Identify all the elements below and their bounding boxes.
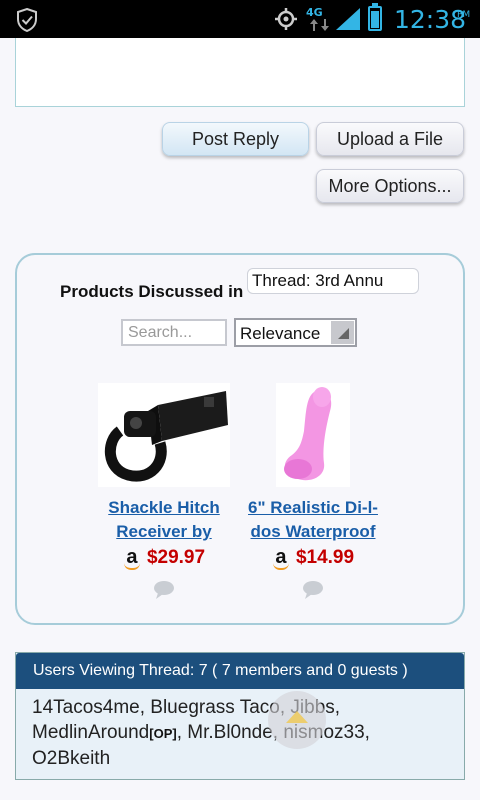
product-price: $14.99	[295, 547, 355, 568]
product-link[interactable]: 6" Realistic Di-l-	[233, 496, 393, 520]
amazon-icon: a	[272, 546, 290, 570]
product-card[interactable]: Shackle Hitch Receiver by a $29.97	[84, 383, 244, 605]
clock: 12:38	[394, 5, 467, 34]
product-link-line2[interactable]: dos Waterproof	[233, 520, 393, 544]
gps-icon	[275, 8, 297, 30]
op-badge: [OP]	[149, 726, 177, 741]
battery-icon	[368, 3, 382, 31]
users-list: 14Tacos4me, Bluegrass Taco, Jibbs, Medli…	[16, 689, 464, 771]
network-4g-icon: 4G	[306, 6, 334, 32]
users-line[interactable]: 14Tacos4me, Bluegrass Taco, Jibbs,	[32, 695, 464, 720]
product-link-line2[interactable]: Receiver by	[84, 520, 244, 544]
product-price: $29.97	[146, 547, 206, 568]
status-bar: 4G 12:38 PM	[0, 0, 480, 38]
post-reply-button[interactable]: Post Reply	[162, 122, 309, 156]
username[interactable]: MedlinAround	[32, 722, 149, 743]
dropdown-arrow-icon	[331, 321, 354, 344]
users-line[interactable]: O2Bkeith	[32, 746, 464, 771]
sort-select-value: Relevance	[240, 324, 321, 343]
upload-file-button[interactable]: Upload a File	[316, 122, 464, 156]
sort-select[interactable]: Relevance	[234, 318, 357, 347]
users-line[interactable]: MedlinAround[OP], Mr.Bl0nde, nismoz33,	[32, 720, 464, 746]
users-viewing-header: Users Viewing Thread: 7 ( 7 members and …	[16, 653, 464, 689]
signal-icon	[336, 8, 360, 30]
thread-selector[interactable]: Thread: 3rd Annu	[247, 268, 419, 294]
products-title: Products Discussed in	[60, 282, 244, 301]
product-link[interactable]: Shackle Hitch	[84, 496, 244, 520]
users-viewing-panel: Users Viewing Thread: 7 ( 7 members and …	[15, 652, 465, 780]
more-options-button[interactable]: More Options...	[316, 169, 464, 203]
product-search-input[interactable]: Search...	[121, 319, 227, 346]
product-image	[276, 383, 350, 487]
shield-check-icon	[17, 8, 37, 32]
scroll-to-top-button[interactable]	[268, 691, 326, 749]
shackle-hitch-image	[98, 383, 230, 487]
comment-icon[interactable]	[153, 580, 175, 600]
product-card[interactable]: 6" Realistic Di-l- dos Waterproof a $14.9…	[233, 383, 393, 605]
products-panel: Products Discussed in Thread: 3rd Annu S…	[15, 253, 465, 625]
amazon-icon: a	[123, 546, 141, 570]
clock-ampm: PM	[457, 10, 471, 20]
reply-textarea[interactable]	[15, 38, 465, 107]
comment-icon[interactable]	[302, 580, 324, 600]
